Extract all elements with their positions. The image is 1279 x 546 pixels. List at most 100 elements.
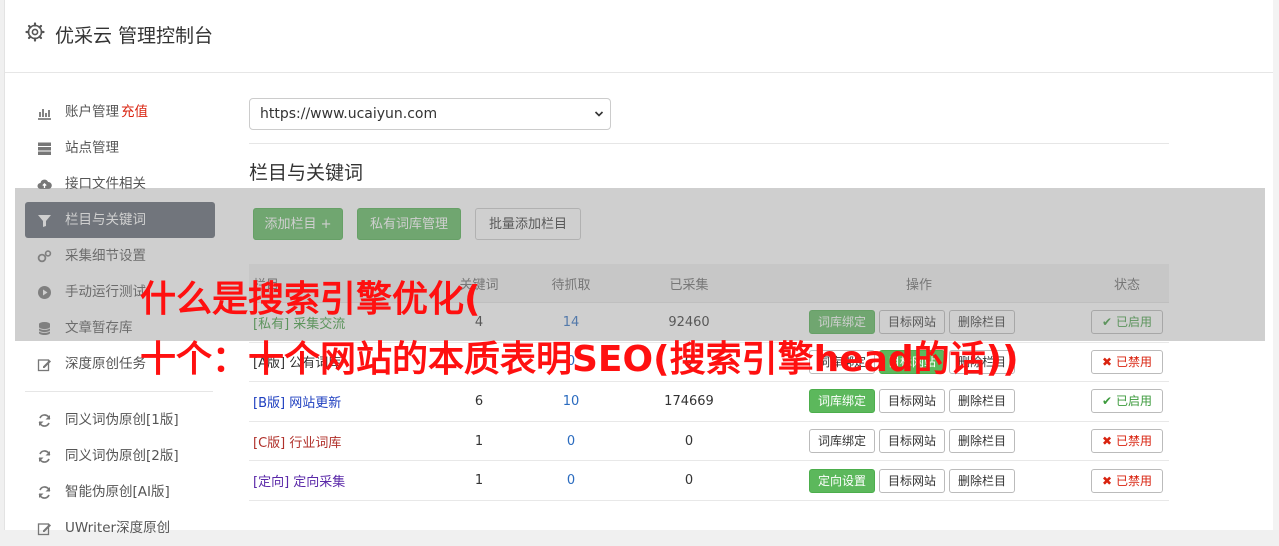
row-actions: 定向设置 目标网站 删除栏目 [809,461,1029,500]
cloud-upload-icon [37,179,52,189]
site-select[interactable]: https://www.ucaiyun.com [249,98,611,130]
table-row: [B版] 网站更新 6 10 174669 词库绑定 目标网站 删除栏目 ✔ 已… [249,382,1169,422]
status-enabled-button[interactable]: ✔ 已启用 [1091,389,1163,414]
sidebar-item-label: 同义词伪原创[2版] [65,448,179,464]
collected-count: 0 [684,433,694,449]
delete-column-button[interactable]: 删除栏目 [949,310,1016,335]
column-name[interactable]: [B版] 网站更新 [253,382,341,421]
status-disabled-button[interactable]: ✖ 已禁用 [1091,468,1163,493]
status-cell: ✖ 已禁用 [1089,461,1165,500]
delete-column-button[interactable]: 删除栏目 [949,389,1016,414]
collected-count: 92460 [668,314,710,330]
sidebar-item-synonym-v2[interactable]: 同义词伪原创[2版] [25,438,215,474]
collected-count: 0 [684,354,694,370]
row-actions: 词库绑定 目标网站 删除栏目 [809,422,1029,461]
bind-lib-button[interactable]: 词库绑定 [809,389,876,414]
sidebar-item-synonym-v1[interactable]: 同义词伪原创[1版] [25,402,215,438]
status-cell: ✔ 已启用 [1089,303,1165,342]
app-title: 优采云 管理控制台 [55,25,214,47]
sidebar-item-label: 智能伪原创[AI版] [65,484,170,500]
keyword-count: 1 [474,433,484,449]
bar-chart-icon [38,109,51,120]
console-frame: 优采云 管理控制台 账户管理 充值 站点管理 接口文件相关 栏目与关键词 采集细节… [4,0,1274,536]
table-row: [C版] 行业词库 1 0 0 词库绑定 目标网站 删除栏目 ✖ 已禁用 [249,422,1169,462]
collected-count: 174669 [664,393,714,409]
page-scrollbar[interactable] [1273,0,1279,530]
sidebar-item-account[interactable]: 账户管理 充值 [25,94,215,130]
header-keywords: 关键词 [459,277,499,293]
row-actions: 词库绑定 目标网站 删除栏目 [809,382,1029,421]
pending-count: 0 [566,354,576,370]
sidebar-item-label: 同义词伪原创[1版] [65,412,179,428]
sidebar-nav: 账户管理 充值 站点管理 接口文件相关 栏目与关键词 采集细节设置 手动运行测试 … [25,94,215,546]
recharge-link[interactable]: 充值 [121,104,148,120]
sidebar-item-label: 深度原创任务 [65,356,146,372]
status-cell: ✖ 已禁用 [1089,422,1165,461]
site-select-value: https://www.ucaiyun.com [260,106,438,122]
pending-count: 0 [566,473,576,489]
play-circle-icon [38,286,51,299]
column-name[interactable]: [A版] 公有词库 [253,343,341,382]
target-site-button[interactable]: 目标网站 [879,389,946,414]
column-name[interactable]: [C版] 行业词库 [253,422,341,461]
sidebar-item-sites[interactable]: 站点管理 [25,130,215,166]
row-actions: 词库绑定 目标网站 删除栏目 [809,343,1029,382]
refresh-icon [38,486,51,499]
sidebar-item-label: 接口文件相关 [65,176,146,192]
divider [249,143,1169,144]
target-site-button[interactable]: 目标网站 [879,349,946,374]
sidebar-item-label: 站点管理 [65,140,119,156]
status-cell: ✖ 已禁用 [1089,343,1165,382]
sidebar-item-label: 采集细节设置 [65,248,146,264]
status-disabled-button[interactable]: ✖ 已禁用 [1091,349,1163,374]
edit-icon [37,359,51,372]
check-icon: ✔ [1102,315,1113,330]
status-cell: ✔ 已启用 [1089,382,1165,421]
table-header: 栏目 关键词 待抓取 已采集 操作 状态 [249,264,1169,303]
header-operations: 操作 [905,277,932,293]
status-disabled-button[interactable]: ✖ 已禁用 [1091,429,1163,454]
column-name[interactable]: [定向] 定向采集 [253,461,345,500]
status-enabled-button[interactable]: ✔ 已启用 [1091,310,1163,335]
pending-count: 0 [566,433,576,449]
batch-add-button[interactable]: 批量添加栏目 [475,208,581,240]
server-icon [38,142,51,155]
cross-icon: ✖ [1102,434,1113,449]
sidebar-item-deep-original[interactable]: 深度原创任务 [25,346,215,382]
cross-icon: ✖ [1102,473,1113,488]
chevron-down-icon [594,111,604,117]
page-header: 优采云 管理控制台 [5,0,1273,73]
header-name: 栏目 [253,277,280,293]
bind-lib-button[interactable]: 词库绑定 [809,310,876,335]
row-actions: 词库绑定 目标网站 删除栏目 [809,303,1029,342]
private-lib-button[interactable]: 私有词库管理 [357,208,461,240]
delete-column-button[interactable]: 删除栏目 [949,349,1016,374]
sidebar-item-article-store[interactable]: 文章暂存库 [25,310,215,346]
sidebar-item-columns-keywords[interactable]: 栏目与关键词 [25,202,215,238]
target-site-button[interactable]: 目标网站 [879,310,946,335]
header-collected: 已采集 [669,277,709,293]
column-name[interactable]: [私有] 采集交流 [253,303,345,342]
sidebar-item-collect-settings[interactable]: 采集细节设置 [25,238,215,274]
delete-column-button[interactable]: 删除栏目 [949,468,1016,493]
check-icon: ✔ [1102,394,1113,409]
sidebar-item-label: 手动运行测试 [65,284,146,300]
collected-count: 0 [684,473,694,489]
bind-lib-button[interactable]: 词库绑定 [809,429,876,454]
target-site-button[interactable]: 目标网站 [879,429,946,454]
pending-count: 14 [562,314,580,330]
sidebar-item-ai-rewrite[interactable]: 智能伪原创[AI版] [25,474,215,510]
bind-lib-button[interactable]: 词库绑定 [809,349,876,374]
keyword-count [449,343,509,382]
keyword-count: 4 [474,314,484,330]
add-column-button[interactable]: 添加栏目 + [253,208,343,240]
table-row: [私有] 采集交流 4 14 92460 词库绑定 目标网站 删除栏目 ✔ 已启… [249,303,1169,343]
directed-settings-button[interactable]: 定向设置 [809,468,876,493]
sidebar-item-interface[interactable]: 接口文件相关 [25,166,215,202]
sidebar-item-manual-test[interactable]: 手动运行测试 [25,274,215,310]
sidebar-item-label: 账户管理 [65,104,119,120]
delete-column-button[interactable]: 删除栏目 [949,429,1016,454]
target-site-button[interactable]: 目标网站 [879,468,946,493]
sidebar-item-uwriter[interactable]: UWriter深度原创 [25,510,215,546]
sidebar-divider [25,391,213,392]
